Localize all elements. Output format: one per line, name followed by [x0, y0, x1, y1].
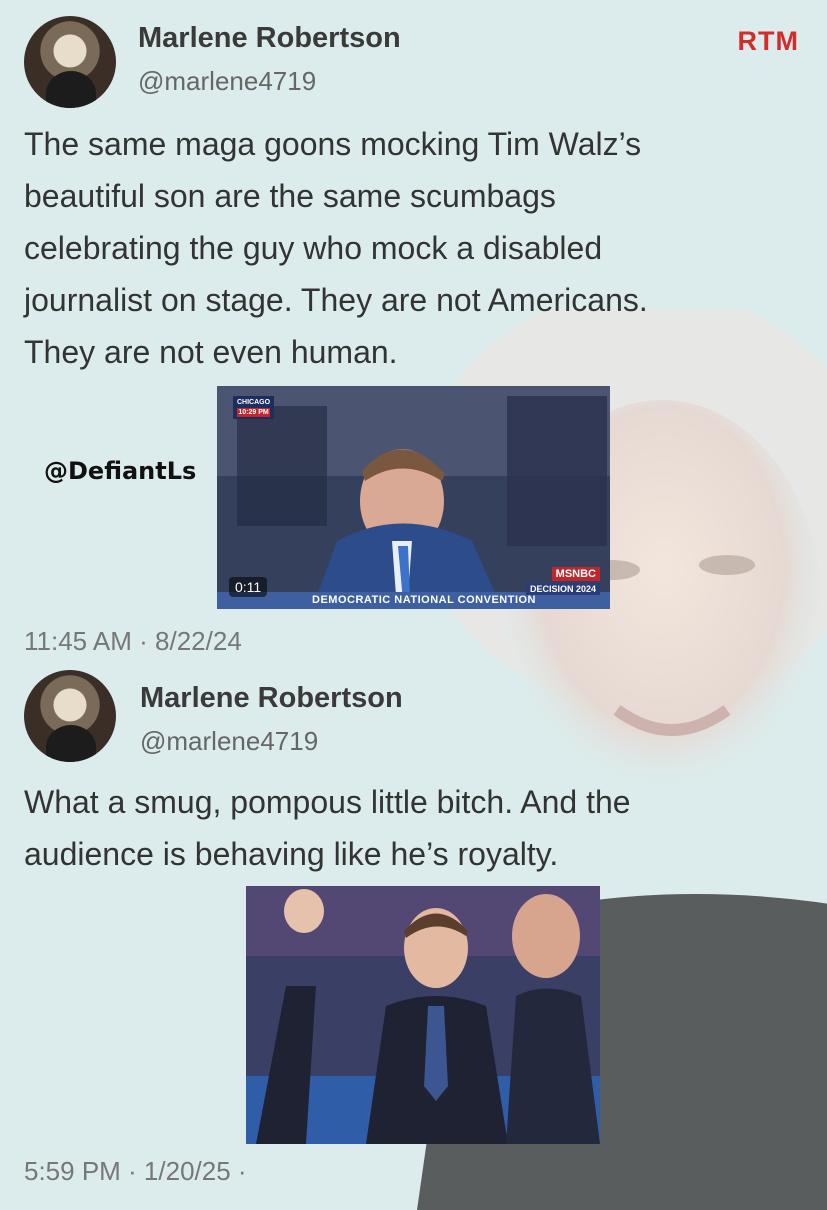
tweet-text: What a smug, pompous little bitch. And t…: [24, 776, 631, 880]
tweet-line: beautiful son are the same scumbags: [24, 178, 556, 214]
author-name[interactable]: Marlene Robertson: [140, 682, 403, 715]
video-player[interactable]: CHICAGO 10:29 PM 0:11 DEMOCRATIC NATIONA…: [217, 386, 610, 609]
tweet-line: What a smug, pompous little bitch. And t…: [24, 784, 631, 820]
tweet-timestamp[interactable]: 5:59 PM · 1/20/25 ·: [24, 1156, 247, 1187]
avatar[interactable]: [24, 670, 116, 762]
watermark: @DefiantLs: [44, 457, 197, 485]
tweet-timestamp[interactable]: 11:45 AM · 8/22/24: [24, 626, 242, 657]
author-name[interactable]: Marlene Robertson: [138, 22, 401, 55]
network-logo: MSNBC: [551, 567, 600, 581]
author-handle[interactable]: @marlene4719: [140, 726, 318, 757]
video-duration: 0:11: [229, 577, 268, 597]
location-city: CHICAGO: [237, 399, 271, 406]
program-badge: DECISION 2024: [525, 583, 600, 595]
location-badge: CHICAGO 10:29 PM: [233, 396, 275, 419]
tweet-line: celebrating the guy who mock a disabled: [24, 230, 603, 266]
tweet-line: They are not even human.: [24, 334, 398, 370]
avatar[interactable]: [24, 16, 116, 108]
tweet-text: The same maga goons mocking Tim Walz’s b…: [24, 118, 648, 378]
location-clock: 10:29 PM: [237, 408, 271, 417]
tweet-image[interactable]: [246, 886, 600, 1144]
image-frame: [246, 886, 600, 1144]
tweet-line: journalist on stage. They are not Americ…: [24, 282, 648, 318]
brand-logo: RTM: [737, 26, 799, 56]
tweet-line: audience is behaving like he’s royalty.: [24, 836, 559, 872]
convention-banner: DEMOCRATIC NATIONAL CONVENTION: [312, 594, 536, 606]
tweet-line: The same maga goons mocking Tim Walz’s: [24, 126, 642, 162]
author-handle[interactable]: @marlene4719: [138, 66, 316, 97]
